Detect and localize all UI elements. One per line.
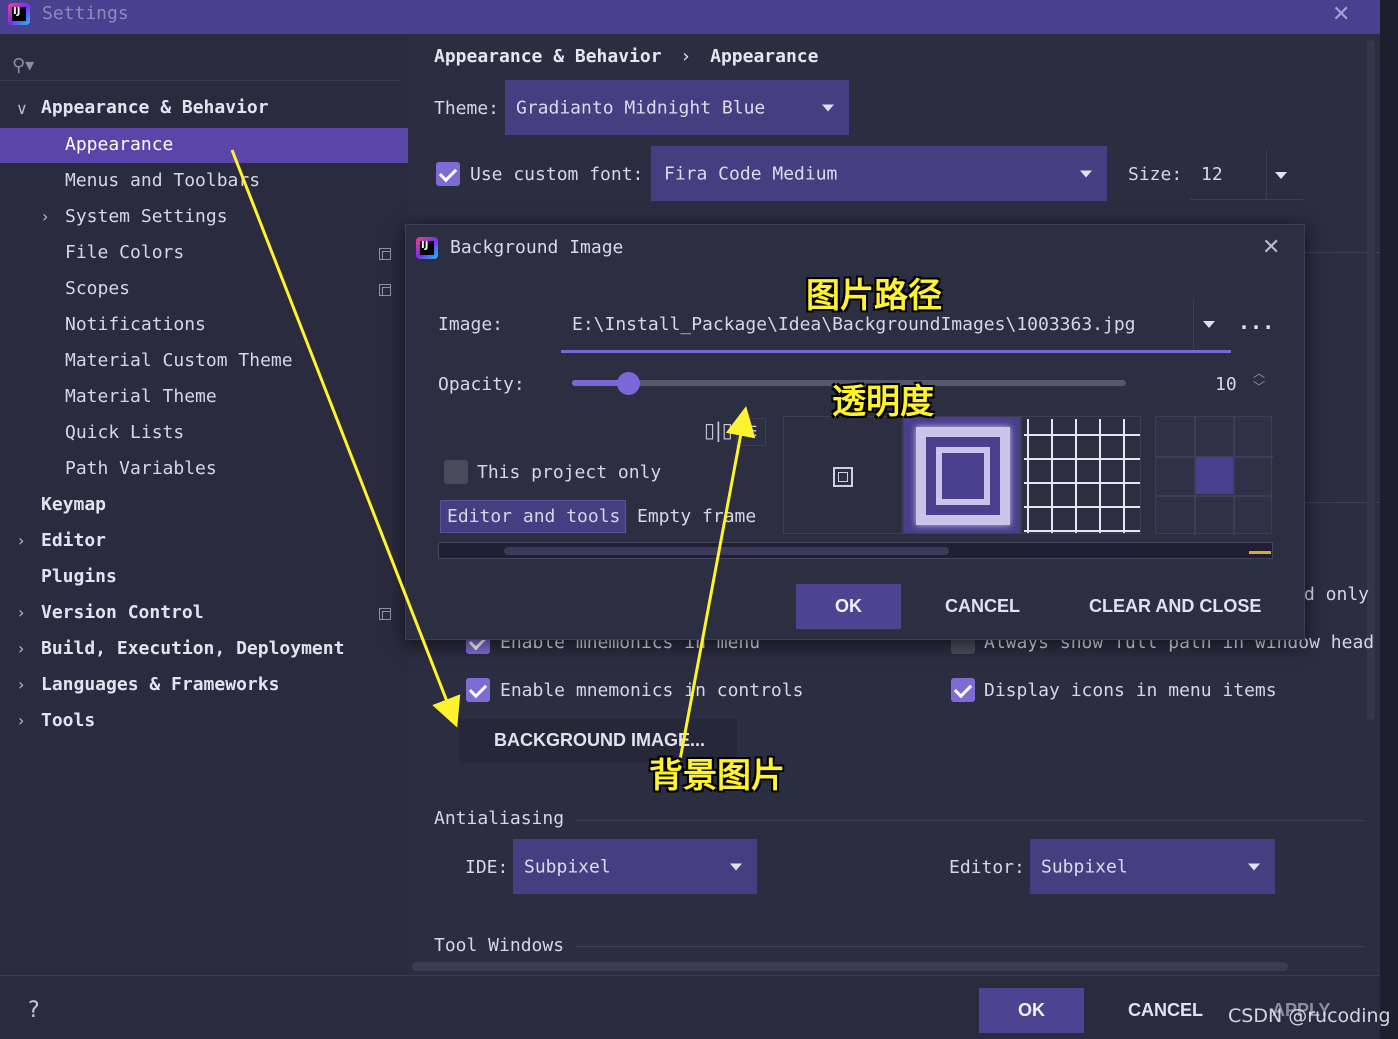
arrow-to-opacity-slider [678,406,756,761]
help-button[interactable]: ? [28,998,40,1023]
annotation-opacity: 透明度 [832,382,934,422]
ok-button[interactable]: OK [979,988,1084,1033]
annotation-arrows [230,149,756,761]
cancel-button[interactable]: CANCEL [1128,1000,1203,1021]
arrow-to-background-image-button [230,149,461,728]
watermark: CSDN @rucoding [1228,1005,1391,1027]
annotation-image-path: 图片路径 [806,276,942,316]
annotation-background-image: 背景图片 [649,756,785,796]
